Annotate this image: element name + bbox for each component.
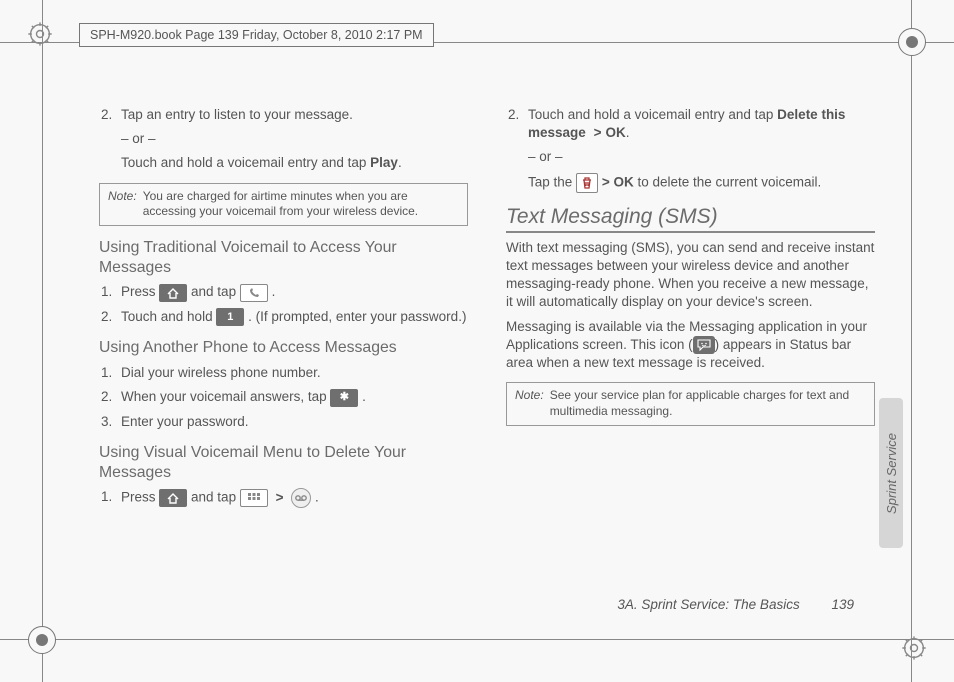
home-icon: [159, 284, 187, 302]
list-number: 2.: [101, 106, 112, 124]
key-1-icon: 1: [216, 308, 244, 326]
text: and tap: [191, 284, 240, 299]
gear-icon: [26, 20, 54, 48]
list-number: 2.: [101, 308, 112, 326]
section-tab: Sprint Service: [879, 398, 903, 548]
left-column: 2. Tap an entry to listen to your messag…: [99, 100, 468, 592]
text: Press: [121, 284, 159, 299]
step-text: Tap an entry to listen to your message.: [121, 107, 353, 122]
right-column: 2. Touch and hold a voicemail entry and …: [506, 100, 875, 592]
list-item: 2. Tap an entry to listen to your messag…: [121, 106, 468, 124]
text: Tap the: [528, 174, 576, 189]
text: to delete the current voicemail.: [634, 174, 822, 189]
crop-line-left: [42, 0, 43, 682]
chevron-right-icon: >: [276, 490, 284, 505]
text: Press: [121, 490, 159, 505]
gear-icon: [900, 634, 928, 662]
subheading: Using Another Phone to Access Messages: [99, 338, 468, 358]
registration-mark-bl: [28, 626, 56, 654]
paragraph: With text messaging (SMS), you can send …: [506, 239, 875, 312]
list-item: 2. Touch and hold a voicemail entry and …: [528, 106, 875, 142]
voicemail-icon: [291, 488, 311, 508]
page-footer: 3A. Sprint Service: The Basics 139: [617, 597, 854, 612]
text: Dial your wireless phone number.: [121, 365, 321, 380]
text: Touch and hold: [121, 309, 216, 324]
list-item: 1. Dial your wireless phone number.: [121, 364, 468, 382]
ok-label: OK: [613, 174, 633, 189]
page-content: 2. Tap an entry to listen to your messag…: [99, 100, 875, 592]
text: and tap: [191, 490, 240, 505]
list-number: 1.: [101, 488, 112, 506]
home-icon: [159, 489, 187, 507]
note-label: Note:: [515, 388, 544, 419]
app-grid-icon: [240, 489, 268, 507]
list-number: 2.: [508, 106, 519, 124]
crop-header: SPH-M920.book Page 139 Friday, October 8…: [79, 23, 434, 47]
text: Enter your password.: [121, 414, 249, 429]
subheading: Using Visual Voicemail Menu to Delete Yo…: [99, 443, 468, 482]
section-tab-label: Sprint Service: [884, 433, 899, 514]
subheading: Using Traditional Voicemail to Access Yo…: [99, 238, 468, 277]
phone-icon: [240, 284, 268, 302]
play-label: Play: [370, 155, 398, 170]
note-text: You are charged for airtime minutes when…: [143, 189, 459, 220]
list-item: 3. Enter your password.: [121, 413, 468, 431]
text: When your voicemail answers, tap: [121, 389, 330, 404]
footer-section: 3A. Sprint Service: The Basics: [617, 597, 799, 612]
registration-mark-tr: [898, 28, 926, 56]
list-item: 1. Press and tap > .: [121, 488, 468, 508]
text: . (If prompted, enter your password.): [248, 309, 466, 324]
message-icon: [693, 336, 715, 354]
note-box: Note: You are charged for airtime minute…: [99, 183, 468, 226]
trash-icon: [576, 173, 598, 193]
chevron-right-icon: >: [594, 125, 602, 140]
page-number: 139: [831, 597, 854, 612]
list-number: 1.: [101, 364, 112, 382]
text: >: [602, 174, 614, 189]
section-heading: Text Messaging (SMS): [506, 205, 875, 233]
note-text: See your service plan for applicable cha…: [550, 388, 866, 419]
list-item: 1. Press and tap .: [121, 283, 468, 301]
list-number: 2.: [101, 388, 112, 406]
or-separator: – or –: [506, 148, 875, 166]
text: Touch and hold a voicemail entry and tap: [528, 107, 777, 122]
note-box: Note: See your service plan for applicab…: [506, 382, 875, 425]
step-text: Tap the > OK to delete the current voice…: [506, 173, 875, 193]
text: Touch and hold a voicemail entry and tap: [121, 155, 370, 170]
paragraph: Messaging is available via the Messaging…: [506, 318, 875, 373]
list-item: 2. When your voicemail answers, tap ✱ .: [121, 388, 468, 406]
list-number: 1.: [101, 283, 112, 301]
crop-line-right: [911, 0, 912, 682]
ok-label: OK: [605, 125, 625, 140]
or-separator: – or –: [99, 130, 468, 148]
crop-line-bottom: [0, 639, 954, 640]
step-text: Touch and hold a voicemail entry and tap…: [99, 154, 468, 172]
list-number: 3.: [101, 413, 112, 431]
note-label: Note:: [108, 189, 137, 220]
star-key-icon: ✱: [330, 389, 358, 407]
list-item: 2. Touch and hold 1 . (If prompted, ente…: [121, 308, 468, 326]
